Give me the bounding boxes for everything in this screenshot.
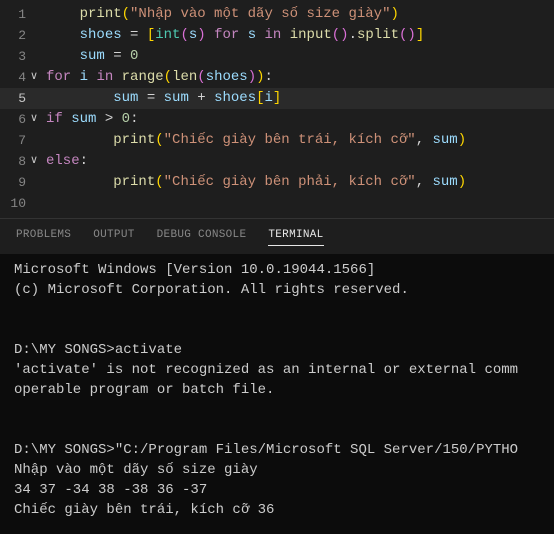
line-number: 9	[2, 172, 26, 193]
panel-tab-terminal[interactable]: TERMINAL	[268, 229, 323, 246]
panel-tab-output[interactable]: OUTPUT	[93, 229, 134, 246]
fold-chevron-icon[interactable]: ∨	[26, 151, 42, 172]
terminal-line	[14, 420, 540, 440]
terminal-output[interactable]: Microsoft Windows [Version 10.0.19044.15…	[0, 254, 554, 534]
code-content[interactable]: sum = 0	[46, 46, 138, 67]
code-content[interactable]: shoes = [int(s) for s in input().split()…	[46, 25, 424, 46]
code-content[interactable]: if sum > 0:	[46, 109, 138, 130]
terminal-line	[14, 400, 540, 420]
terminal-line: 34 37 -34 38 -38 36 -37	[14, 480, 540, 500]
terminal-line: (c) Microsoft Corporation. All rights re…	[14, 280, 540, 300]
line-number: 2	[2, 25, 26, 46]
panel-tab-problems[interactable]: PROBLEMS	[16, 229, 71, 246]
code-line[interactable]: 7 print("Chiếc giày bên trái, kích cỡ", …	[0, 130, 554, 151]
terminal-line: operable program or batch file.	[14, 380, 540, 400]
code-content[interactable]: sum = sum + shoes[i]	[46, 88, 281, 109]
fold-chevron-icon[interactable]: ∨	[26, 67, 42, 88]
terminal-line	[14, 300, 540, 320]
line-number: 6	[2, 109, 26, 130]
terminal-line: D:\MY SONGS>"C:/Program Files/Microsoft …	[14, 440, 540, 460]
line-number: 5	[2, 88, 26, 109]
fold-chevron-icon[interactable]: ∨	[26, 109, 42, 130]
panel-tab-bar: PROBLEMS OUTPUT DEBUG CONSOLE TERMINAL	[0, 218, 554, 254]
code-content[interactable]: for i in range(len(shoes)):	[46, 67, 273, 88]
code-line[interactable]: 3 sum = 0	[0, 46, 554, 67]
terminal-line: Nhập vào một dãy số size giày	[14, 460, 540, 480]
code-line[interactable]: 4∨for i in range(len(shoes)):	[0, 67, 554, 88]
code-content[interactable]: print("Chiếc giày bên trái, kích cỡ", su…	[46, 130, 466, 151]
terminal-line	[14, 320, 540, 340]
code-content[interactable]: else:	[46, 151, 88, 172]
terminal-line: Microsoft Windows [Version 10.0.19044.15…	[14, 260, 540, 280]
line-number: 1	[2, 4, 26, 25]
code-editor[interactable]: 1 print("Nhập vào một dãy số size giày")…	[0, 0, 554, 218]
line-number: 3	[2, 46, 26, 67]
code-line[interactable]: 8∨else:	[0, 151, 554, 172]
terminal-line: D:\MY SONGS>activate	[14, 340, 540, 360]
code-content[interactable]: print("Chiếc giày bên phải, kích cỡ", su…	[46, 172, 466, 193]
code-line[interactable]: 1 print("Nhập vào một dãy số size giày")	[0, 4, 554, 25]
code-line[interactable]: 9 print("Chiếc giày bên phải, kích cỡ", …	[0, 172, 554, 193]
terminal-line: Chiếc giày bên trái, kích cỡ 36	[14, 500, 540, 520]
panel-tab-debug-console[interactable]: DEBUG CONSOLE	[157, 229, 247, 246]
line-number: 10	[2, 193, 26, 214]
code-line[interactable]: 5 sum = sum + shoes[i]	[0, 88, 554, 109]
code-content[interactable]: print("Nhập vào một dãy số size giày")	[46, 4, 399, 25]
code-line[interactable]: 6∨if sum > 0:	[0, 109, 554, 130]
line-number: 7	[2, 130, 26, 151]
line-number: 8	[2, 151, 26, 172]
code-line[interactable]: 10	[0, 193, 554, 214]
line-number: 4	[2, 67, 26, 88]
code-line[interactable]: 2 shoes = [int(s) for s in input().split…	[0, 25, 554, 46]
terminal-line: 'activate' is not recognized as an inter…	[14, 360, 540, 380]
